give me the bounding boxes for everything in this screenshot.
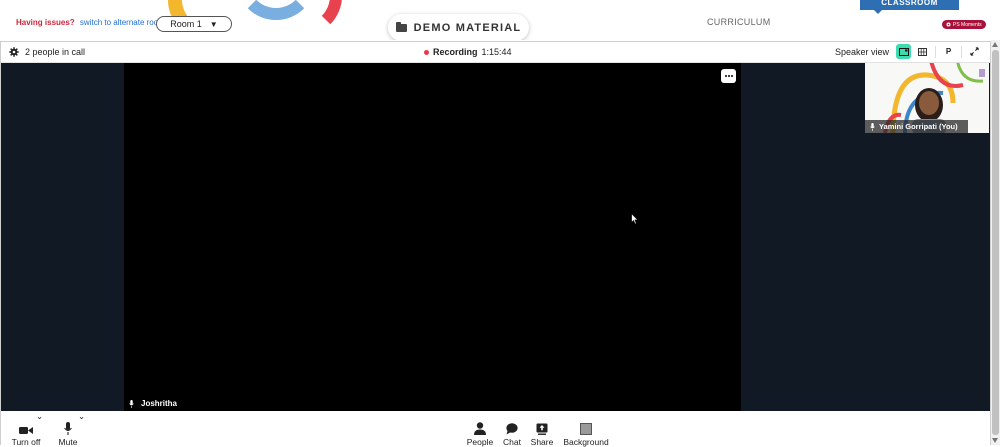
people-button-label: People (466, 437, 494, 447)
people-count[interactable]: 2 people in call (9, 47, 85, 57)
background-button-label: Background (563, 437, 609, 447)
scroll-up-arrow-icon[interactable] (992, 42, 998, 47)
video-stage: Joshritha Yamini Gorripati (You) (1, 63, 990, 411)
more-options-button[interactable] (721, 69, 736, 83)
recording-indicator: Recording 1:15:44 (424, 47, 512, 57)
tab-pointer (873, 9, 883, 14)
video-camera-icon (19, 427, 33, 434)
share-button[interactable]: Share (529, 417, 555, 447)
recording-time: 1:15:44 (481, 47, 512, 57)
main-participant-name: Joshritha (141, 399, 178, 408)
microphone-icon (64, 422, 72, 435)
toolbar-divider (935, 45, 936, 58)
scrollbar-thumb[interactable] (992, 50, 999, 435)
main-video-tile[interactable]: Joshritha (124, 63, 741, 411)
people-count-label: 2 people in call (25, 47, 86, 57)
self-name-tag: Yamini Gorripati (You) (865, 120, 968, 133)
background-icon (580, 423, 592, 435)
toolbar-divider (961, 45, 962, 58)
settings-gear-icon[interactable] (9, 47, 19, 57)
self-participant-name: Yamini Gorripati (You) (879, 122, 958, 131)
mouse-cursor-icon (631, 213, 639, 225)
scroll-down-arrow-icon[interactable] (992, 438, 998, 443)
dot-icon (727, 75, 730, 77)
decorative-arc-red (262, 0, 342, 36)
background-button[interactable]: Background (562, 417, 610, 447)
issues-label: Having issues? (16, 18, 75, 27)
people-button[interactable]: People (465, 417, 495, 447)
speaker-view-button[interactable] (896, 44, 911, 59)
room-select-value: Room 1 (170, 19, 202, 29)
participant-name-tag: Joshritha (129, 399, 177, 408)
call-toolbar: 2 people in call Recording 1:15:44 Speak… (1, 42, 990, 63)
mute-button-label: Mute (58, 437, 78, 447)
call-controls: Turn off ⌄ Mute ⌄ People Chat Share Back… (1, 411, 990, 447)
grid-view-button[interactable] (915, 44, 930, 59)
caret-down-icon: ▼ (209, 19, 218, 29)
microphone-icon (129, 399, 134, 408)
grid-view-icon (918, 47, 927, 56)
room-select[interactable]: Room 1 ▼ (156, 16, 232, 32)
switch-room-link[interactable]: switch to alternate room (80, 18, 165, 27)
page-scrollbar[interactable] (991, 40, 1000, 445)
tab-demo-material[interactable]: DEMO MATERIAL (388, 14, 529, 40)
chat-button-label: Chat (503, 437, 521, 447)
view-controls: Speaker view P (835, 44, 982, 59)
dot-icon (724, 75, 727, 77)
tab-curriculum[interactable]: CURRICULUM (707, 17, 771, 27)
ps-moments-badge[interactable]: PS Moments (942, 20, 986, 29)
person-icon (474, 422, 486, 435)
camera-button-label: Turn off (11, 437, 41, 447)
tab-demo-material-label: DEMO MATERIAL (413, 21, 522, 34)
issues-banner: Having issues? switch to alternate room (16, 18, 165, 27)
p-button[interactable]: P (941, 44, 956, 59)
view-mode-label: Speaker view (834, 46, 889, 57)
speaker-view-icon (898, 47, 909, 56)
folder-icon (395, 21, 407, 32)
ps-moments-label: PS Moments (953, 21, 982, 28)
chat-button[interactable]: Chat (500, 417, 524, 447)
chat-bubble-icon (506, 423, 518, 435)
recording-dot-icon (424, 49, 429, 55)
microphone-icon (870, 122, 875, 131)
call-window: 2 people in call Recording 1:15:44 Speak… (0, 41, 991, 447)
expand-icon (970, 47, 979, 56)
gear-icon (946, 22, 951, 27)
page-header: Having issues? switch to alternate room … (0, 0, 1000, 40)
dot-icon (730, 75, 733, 77)
fullscreen-button[interactable] (967, 44, 982, 59)
mic-options-chevron-icon[interactable]: ⌄ (78, 411, 85, 422)
share-button-label: Share (530, 437, 554, 447)
camera-options-chevron-icon[interactable]: ⌄ (36, 411, 43, 422)
self-video-tile[interactable]: Yamini Gorripati (You) (865, 63, 989, 133)
share-screen-icon (536, 423, 548, 435)
recording-label: Recording (433, 47, 478, 57)
